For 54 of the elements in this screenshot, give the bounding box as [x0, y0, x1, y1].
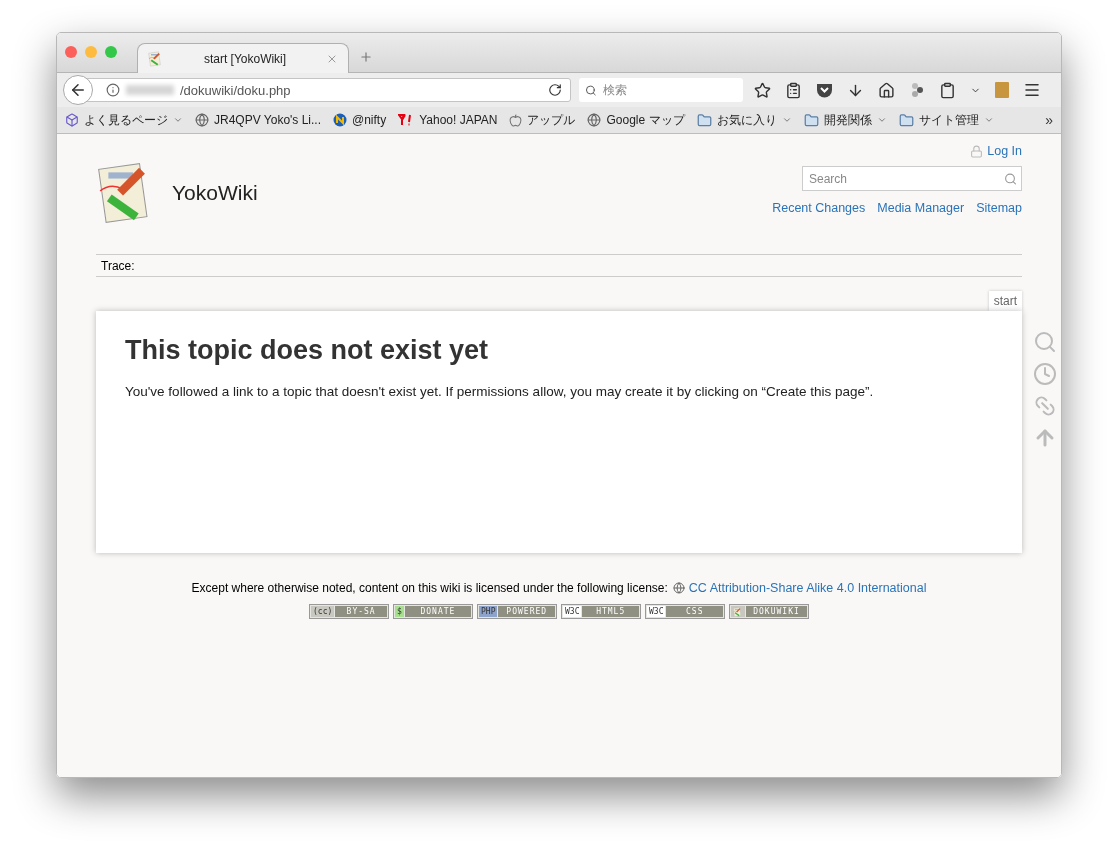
- search-input[interactable]: 検索: [600, 82, 743, 98]
- page-message: You've followed a link to a topic that doesn't exist yet. If permissions allow, you may create it by clicking on “Create this page”.: [125, 384, 875, 399]
- search-icon[interactable]: [1003, 171, 1017, 186]
- wiki-search-input[interactable]: Search: [807, 170, 1004, 187]
- bookmark-item[interactable]: よく見るページ: [65, 111, 183, 129]
- footer-badge[interactable]: PHP POWERED: [477, 604, 557, 619]
- bookmark-item[interactable]: JR4QPV Yoko's Li...: [195, 113, 321, 127]
- bookmark-item[interactable]: アップル: [509, 111, 576, 129]
- lock-icon: [970, 144, 984, 158]
- footer-badge[interactable]: $ DONATE: [393, 604, 473, 619]
- new-tab-icon[interactable]: [359, 50, 373, 64]
- page-heading: This topic does not exist yet: [125, 335, 490, 366]
- globe-icon: [672, 582, 685, 594]
- close-button[interactable]: [65, 46, 77, 58]
- trace-label: Trace:: [101, 258, 135, 273]
- wiki-title[interactable]: YokoWiki: [172, 181, 258, 205]
- nav-link[interactable]: Media Manager: [877, 201, 965, 215]
- bookmark-item[interactable]: サイト管理: [898, 111, 994, 129]
- wiki-search-box[interactable]: Search: [802, 166, 1022, 191]
- overflow-chevron[interactable]: »: [1045, 112, 1053, 128]
- bookmark-item[interactable]: 開発関係: [803, 111, 887, 129]
- footer-badge[interactable]: (cc) BY-SA: [309, 604, 389, 619]
- wiki-logo: [733, 606, 743, 617]
- address-bar[interactable]: /dokuwiki/doku.php: [87, 78, 571, 102]
- search-icon: [585, 83, 597, 97]
- license-link[interactable]: CC Attribution-Share Alike 4.0 International: [672, 581, 927, 595]
- smart-folder-icon: [65, 113, 79, 127]
- browser-tab[interactable]: start [YokoWiki]: [137, 43, 349, 73]
- bookmark-item[interactable]: お気に入り: [696, 111, 792, 129]
- reload-icon[interactable]: [548, 83, 562, 97]
- footer-badge[interactable]: W3C HTML5: [561, 604, 641, 619]
- footer-badge[interactable]: W3C CSS: [645, 604, 725, 619]
- bookmark-item[interactable]: Google マップ: [587, 111, 685, 129]
- blurred-text: [126, 85, 174, 95]
- folder-icon: [803, 112, 819, 128]
- wiki-logo: [148, 50, 164, 67]
- zoom-button[interactable]: [105, 46, 117, 58]
- apple-icon: [509, 113, 523, 127]
- nav-link[interactable]: Recent Changes: [772, 201, 866, 215]
- license-text: Except where otherwise noted, content on this wiki is licensed under the following license:: [191, 581, 668, 595]
- clock-icon[interactable]: [1033, 362, 1057, 386]
- folder-icon: [696, 112, 712, 128]
- folder-icon: [898, 112, 914, 128]
- bookmark-item[interactable]: Yahoo! JAPAN: [398, 113, 498, 127]
- search-tool-icon[interactable]: [1033, 330, 1057, 354]
- info-icon[interactable]: [106, 83, 120, 97]
- nifty-logo: [333, 113, 347, 127]
- nav-link[interactable]: Sitemap: [976, 201, 1022, 215]
- back-button[interactable]: [63, 75, 93, 105]
- search-box[interactable]: 検索: [579, 78, 743, 102]
- bookmark-item[interactable]: @nifty: [333, 113, 387, 127]
- login-link[interactable]: Log In: [970, 144, 1022, 158]
- globe-icon: [587, 113, 602, 127]
- globe-icon: [195, 113, 209, 127]
